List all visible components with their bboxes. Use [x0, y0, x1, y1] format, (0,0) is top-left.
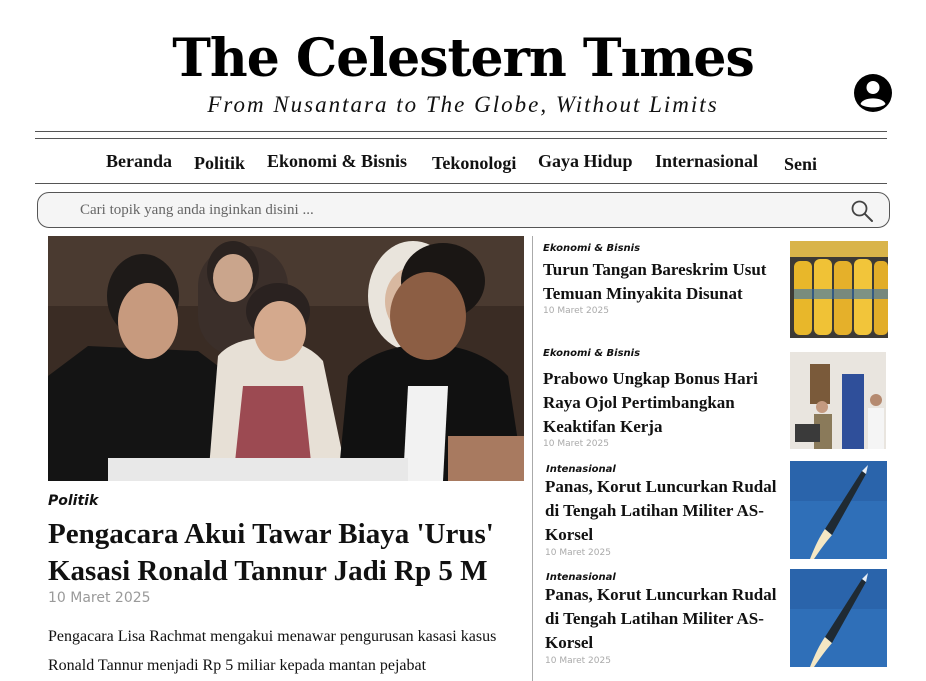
main-nav: Beranda Politik Ekonomi & Bisnis Tekonol…: [0, 146, 926, 182]
side-article-category[interactable]: Intenasional: [546, 572, 616, 583]
hero-date: 10 Maret 2025: [48, 590, 151, 606]
hero-category[interactable]: Politik: [48, 493, 98, 509]
side-article-category[interactable]: Ekonomi & Bisnis: [543, 348, 640, 359]
nav-item-ekonomi-bisnis[interactable]: Ekonomi & Bisnis: [267, 151, 407, 172]
column-divider: [532, 236, 533, 681]
nav-rule: [35, 183, 887, 184]
side-article-date: 10 Maret 2025: [545, 656, 611, 666]
side-article-date: 10 Maret 2025: [545, 548, 611, 558]
side-article[interactable]: Intenasional Panas, Korut Luncurkan Ruda…: [540, 461, 890, 564]
user-circle-icon[interactable]: [853, 73, 893, 113]
hero-excerpt: Pengacara Lisa Rachmat mengakui menawar …: [48, 628, 497, 674]
side-article-category[interactable]: Ekonomi & Bisnis: [543, 243, 640, 254]
search-bar: [37, 192, 890, 228]
side-article-date: 10 Maret 2025: [543, 439, 609, 449]
side-article-thumbnail[interactable]: [790, 241, 888, 338]
side-article-title[interactable]: Panas, Korut Luncurkan Rudal di Tengah L…: [545, 583, 785, 655]
nav-item-seni[interactable]: Seni: [784, 154, 817, 175]
side-article-title[interactable]: Panas, Korut Luncurkan Rudal di Tengah L…: [545, 475, 785, 547]
side-article-date: 10 Maret 2025: [543, 306, 609, 316]
search-input[interactable]: [80, 199, 820, 221]
nav-item-tekonologi[interactable]: Tekonologi: [432, 153, 516, 174]
hero-article-image[interactable]: [48, 236, 524, 481]
header-rule-bottom: [35, 138, 887, 139]
nav-item-beranda[interactable]: Beranda: [106, 151, 172, 172]
site-tagline: From Nusantara to The Globe, Without Lim…: [207, 92, 719, 117]
nav-item-politik[interactable]: Politik: [194, 153, 245, 174]
side-article-title[interactable]: Prabowo Ungkap Bonus Hari Raya Ojol Pert…: [543, 367, 783, 439]
header-rule-top: [35, 131, 887, 132]
side-article-thumbnail[interactable]: [790, 352, 886, 449]
side-article-thumbnail[interactable]: [790, 461, 887, 559]
site-title[interactable]: The Celestern Tımes: [0, 26, 926, 92]
side-article-thumbnail[interactable]: [790, 569, 887, 667]
side-article[interactable]: Intenasional Panas, Korut Luncurkan Ruda…: [540, 569, 890, 672]
search-icon[interactable]: [850, 199, 874, 223]
side-article-category[interactable]: Intenasional: [546, 464, 616, 475]
hero-headline[interactable]: Pengacara Akui Tawar Biaya 'Urus' Kasasi…: [48, 516, 528, 590]
nav-item-gaya-hidup[interactable]: Gaya Hidup: [538, 151, 633, 172]
side-article[interactable]: Ekonomi & Bisnis Prabowo Ungkap Bonus Ha…: [540, 348, 890, 458]
side-article[interactable]: Ekonomi & Bisnis Turun Tangan Bareskrim …: [540, 241, 890, 343]
nav-item-internasional[interactable]: Internasional: [655, 151, 758, 172]
side-article-title[interactable]: Turun Tangan Bareskrim Usut Temuan Minya…: [543, 258, 783, 306]
